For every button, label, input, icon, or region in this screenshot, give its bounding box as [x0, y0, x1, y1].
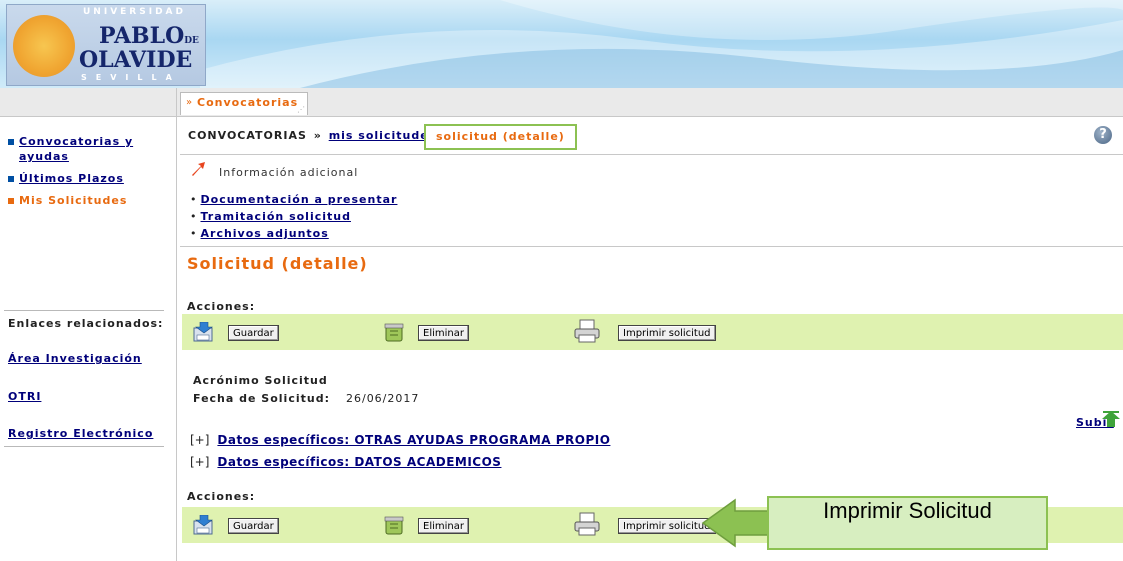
- info-links: • Documentación a presentar • Tramitación …: [190, 191, 397, 242]
- print-button[interactable]: Imprimir solicitud: [618, 325, 716, 341]
- doc-link-item: • Documentación a presentar: [190, 193, 398, 206]
- save-disk-icon[interactable]: [193, 515, 215, 535]
- section-datos-academicos[interactable]: [+] Datos específicos: DATOS ACADEMICOS: [190, 455, 501, 469]
- bullet-icon: [8, 176, 14, 182]
- breadcrumb: CONVOCATORIAS » mis solicitudes: [188, 129, 436, 142]
- tab-bar: » Convocatorias ⋰: [0, 88, 1123, 117]
- tab-label: Convocatorias: [197, 96, 299, 109]
- doc-link-item: • Tramitación solicitud: [190, 210, 351, 223]
- actions-bar-top: Guardar Eliminar Imprimir solicitud: [182, 314, 1123, 350]
- breadcrumb-link-mis-solicitudes[interactable]: mis solicitudes: [329, 129, 437, 142]
- logo-city-text: SEVILLA: [81, 73, 181, 82]
- info-label: Información adicional: [219, 166, 359, 179]
- page-title: Solicitud (detalle): [187, 254, 368, 273]
- callout-arrow-icon: [701, 498, 771, 548]
- sidebar-item-label[interactable]: Últimos Plazos: [19, 172, 124, 185]
- sidebar-separator: [4, 310, 164, 311]
- info-arrow-icon: [192, 162, 205, 176]
- breadcrumb-separator: »: [313, 129, 322, 142]
- save-button[interactable]: Guardar: [228, 518, 279, 534]
- save-disk-icon[interactable]: [193, 322, 215, 342]
- logo-university-text: UNIVERSIDAD: [83, 7, 186, 17]
- doc-link-tramitacion[interactable]: Tramitación solicitud: [201, 210, 351, 223]
- printer-icon[interactable]: [573, 512, 601, 536]
- callout-text: Imprimir Solicitud: [823, 498, 992, 523]
- date-label: Fecha de Solicitud:: [193, 392, 330, 405]
- sidebar-divider: [176, 88, 177, 561]
- trash-icon[interactable]: [383, 322, 405, 342]
- related-link-registro-electronico[interactable]: Registro Electrónico: [8, 427, 153, 440]
- sidebar-item-label[interactable]: Convocatorias y ayudas: [19, 135, 133, 163]
- section-link-otras-ayudas[interactable]: Datos específicos: OTRAS AYUDAS PROGRAMA…: [217, 433, 610, 447]
- acronym-label: Acrónimo Solicitud: [193, 374, 328, 387]
- bullet-icon: [8, 198, 14, 204]
- section-link-datos-academicos[interactable]: Datos específicos: DATOS ACADEMICOS: [217, 455, 501, 469]
- sidebar-item-label[interactable]: Mis Solicitudes: [19, 194, 127, 207]
- date-value: 26/06/2017: [345, 392, 420, 405]
- sidebar-menu: Convocatorias y ayudas Últimos Plazos Mi…: [8, 134, 168, 215]
- trash-icon[interactable]: [383, 515, 405, 535]
- help-icon[interactable]: ?: [1094, 126, 1112, 144]
- sidebar-item-mis-solicitudes[interactable]: Mis Solicitudes: [8, 193, 168, 208]
- doc-link-item: • Archivos adjuntos: [190, 227, 329, 240]
- divider: [180, 246, 1123, 247]
- arrow-up-icon[interactable]: [1102, 411, 1120, 427]
- printer-icon[interactable]: [573, 319, 601, 343]
- date-field: Fecha de Solicitud: 26/06/2017: [193, 392, 419, 405]
- university-logo[interactable]: UNIVERSIDAD PABLODE OLAVIDE SEVILLA: [6, 4, 206, 86]
- actions-label: Acciones:: [187, 300, 256, 313]
- expand-toggle[interactable]: [+]: [190, 455, 209, 469]
- sidebar-separator: [4, 446, 164, 447]
- header-banner: UNIVERSIDAD PABLODE OLAVIDE SEVILLA: [0, 0, 1123, 88]
- related-link-area-investigacion[interactable]: Área Investigación: [8, 352, 142, 365]
- callout-box: Imprimir Solicitud: [767, 496, 1048, 550]
- sidebar-item-convocatorias[interactable]: Convocatorias y ayudas: [8, 134, 168, 164]
- related-links-title: Enlaces relacionados:: [8, 317, 164, 330]
- delete-button[interactable]: Eliminar: [418, 518, 469, 534]
- save-button[interactable]: Guardar: [228, 325, 279, 341]
- logo-sun-emblem: [13, 15, 75, 77]
- related-link-otri[interactable]: OTRI: [8, 390, 41, 403]
- breadcrumb-current: solicitud (detalle): [424, 124, 577, 150]
- divider: [180, 154, 1123, 155]
- tab-arrow-icon: »: [186, 97, 193, 108]
- breadcrumb-root: CONVOCATORIAS: [188, 129, 307, 142]
- actions-label: Acciones:: [187, 490, 256, 503]
- tab-convocatorias[interactable]: » Convocatorias ⋰: [180, 92, 308, 115]
- doc-link-documentacion[interactable]: Documentación a presentar: [201, 193, 398, 206]
- section-otras-ayudas[interactable]: [+] Datos específicos: OTRAS AYUDAS PROGR…: [190, 433, 610, 447]
- expand-toggle[interactable]: [+]: [190, 433, 209, 447]
- sidebar-item-ultimos-plazos[interactable]: Últimos Plazos: [8, 171, 168, 186]
- logo-name-line1: PABLODE: [99, 23, 199, 49]
- delete-button[interactable]: Eliminar: [418, 325, 469, 341]
- logo-name-line2: OLAVIDE: [79, 47, 193, 73]
- bullet-icon: [8, 139, 14, 145]
- doc-link-archivos[interactable]: Archivos adjuntos: [201, 227, 329, 240]
- resize-grip-icon: ⋰: [297, 105, 305, 114]
